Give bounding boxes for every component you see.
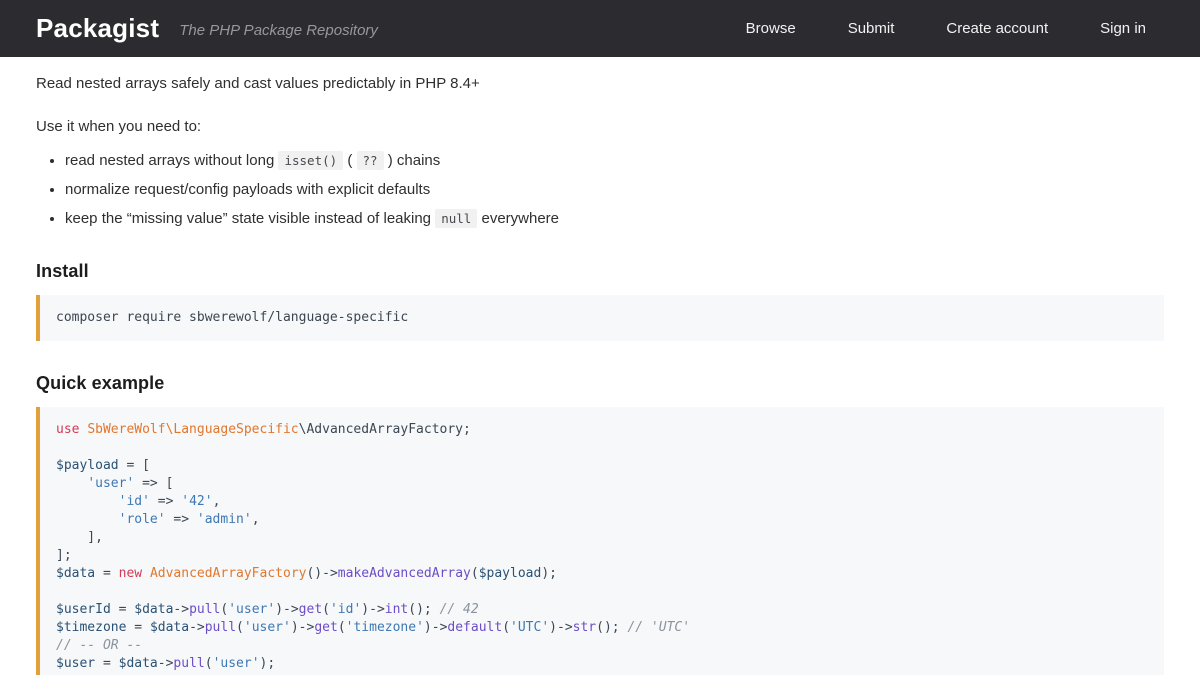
- list-item: keep the “missing value” state visible i…: [65, 209, 1164, 229]
- code-line: 'user' => [: [56, 475, 1148, 493]
- site-tagline: The PHP Package Repository: [179, 22, 378, 39]
- code-line: // -- OR --: [56, 637, 1148, 655]
- code-line: ];: [56, 547, 1148, 565]
- code-line: 'role' => 'admin',: [56, 511, 1148, 529]
- nav-link-browse[interactable]: Browse: [746, 20, 796, 37]
- install-command: composer require sbwerewolf/language-spe…: [56, 310, 408, 325]
- main-nav: Browse Submit Create account Sign in: [746, 20, 1146, 37]
- list-item: read nested arrays without long isset() …: [65, 151, 1164, 171]
- code-line: $userId = $data->pull('user')->get('id')…: [56, 601, 1148, 619]
- readme-content: Read nested arrays safely and cast value…: [0, 57, 1200, 675]
- code-line: $user = $data->pull('user');: [56, 655, 1148, 673]
- site-header: Packagist The PHP Package Repository Bro…: [0, 0, 1200, 57]
- use-cases-intro: Use it when you need to:: [36, 116, 1164, 138]
- example-code-block: use SbWereWolf\LanguageSpecific\Advanced…: [36, 407, 1164, 675]
- install-code-block: composer require sbwerewolf/language-spe…: [36, 295, 1164, 341]
- code-line: ],: [56, 529, 1148, 547]
- inline-code: isset(): [278, 151, 343, 170]
- code-line: $timezone = $data->pull('user')->get('ti…: [56, 619, 1148, 637]
- code-line: $payload = [: [56, 457, 1148, 475]
- code-line: 'id' => '42',: [56, 493, 1148, 511]
- quick-example-heading: Quick example: [36, 373, 1164, 394]
- inline-code: null: [435, 209, 477, 228]
- nav-link-create-account[interactable]: Create account: [946, 20, 1048, 37]
- code-line: [56, 439, 1148, 457]
- code-line: [56, 583, 1148, 601]
- packagist-logo[interactable]: Packagist: [36, 13, 159, 44]
- install-heading: Install: [36, 261, 1164, 282]
- nav-link-sign-in[interactable]: Sign in: [1100, 20, 1146, 37]
- nav-link-submit[interactable]: Submit: [848, 20, 895, 37]
- code-line: $data = new AdvancedArrayFactory()->make…: [56, 565, 1148, 583]
- use-cases-list: read nested arrays without long isset() …: [65, 151, 1164, 230]
- inline-code: ??: [357, 151, 384, 170]
- intro-paragraph: Read nested arrays safely and cast value…: [36, 73, 1164, 95]
- list-item: normalize request/config payloads with e…: [65, 180, 1164, 200]
- code-line: use SbWereWolf\LanguageSpecific\Advanced…: [56, 421, 1148, 439]
